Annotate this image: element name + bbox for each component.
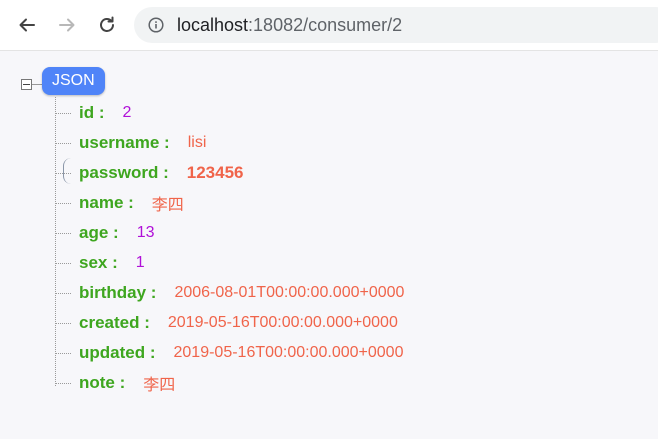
json-field-id[interactable]: id : 2 — [56, 98, 131, 128]
forward-button[interactable] — [54, 12, 80, 38]
field-key: note : — [79, 373, 126, 392]
browser-toolbar: localhost:18082/consumer/2 — [0, 0, 658, 51]
back-button[interactable] — [14, 12, 40, 38]
field-key: password : — [79, 163, 169, 182]
tree-connector — [56, 202, 71, 204]
json-field-age[interactable]: age : 13 — [56, 218, 154, 248]
info-icon[interactable] — [148, 17, 164, 33]
tree-connector — [56, 172, 71, 174]
tree-connector — [56, 352, 71, 354]
field-value: 2 — [122, 104, 132, 121]
field-key: id : — [79, 103, 105, 122]
field-value: 2019-05-16T00:00:00.000+0000 — [167, 314, 398, 331]
field-key: birthday : — [79, 283, 157, 302]
json-field-password[interactable]: password : 123456 — [56, 158, 243, 188]
json-field-username[interactable]: username : lisi — [56, 128, 206, 158]
field-value: 123456 — [186, 163, 244, 182]
field-value: 李四 — [143, 377, 176, 394]
field-value: 2019-05-16T00:00:00.000+0000 — [173, 344, 404, 361]
json-field-sex[interactable]: sex : 1 — [56, 248, 145, 278]
field-value: 2006-08-01T00:00:00.000+0000 — [174, 284, 405, 301]
field-key: username : — [79, 133, 170, 152]
field-key: name : — [79, 193, 134, 212]
json-field-name[interactable]: name : 李四 — [56, 188, 184, 218]
json-field-updated[interactable]: updated : 2019-05-16T00:00:00.000+0000 — [56, 338, 403, 368]
json-root-badge[interactable]: JSON — [42, 67, 105, 95]
tree-connector — [56, 232, 71, 234]
url-host: localhost — [177, 15, 249, 35]
tree-connector — [56, 292, 71, 294]
tree-connector — [56, 142, 71, 144]
json-viewer: JSON id : 2 username : lisi password : 1… — [0, 51, 658, 439]
url-text[interactable]: localhost:18082/consumer/2 — [177, 15, 402, 35]
field-key: age : — [79, 223, 119, 242]
json-field-note[interactable]: note : 李四 — [56, 368, 175, 398]
address-bar[interactable]: localhost:18082/consumer/2 — [134, 7, 658, 43]
toggle-connector — [32, 84, 42, 85]
reload-button[interactable] — [94, 12, 120, 38]
collapse-toggle[interactable] — [21, 79, 32, 90]
json-field-birthday[interactable]: birthday : 2006-08-01T00:00:00.000+0000 — [56, 278, 404, 308]
field-value: 李四 — [151, 197, 184, 214]
json-field-created[interactable]: created : 2019-05-16T00:00:00.000+0000 — [56, 308, 398, 338]
arrow-left-icon — [19, 18, 35, 32]
tree-connector — [56, 262, 71, 264]
field-value: 13 — [136, 224, 155, 241]
field-key: updated : — [79, 343, 156, 362]
arrow-right-icon — [59, 18, 75, 32]
url-path: :18082/consumer/2 — [248, 15, 403, 35]
field-key: sex : — [79, 253, 118, 272]
field-value: 1 — [135, 254, 145, 271]
tree-connector — [56, 112, 71, 114]
field-key: created : — [79, 313, 150, 332]
tree-connector — [56, 382, 71, 384]
field-value: lisi — [187, 134, 207, 151]
reload-icon — [100, 16, 114, 32]
tree-connector — [56, 322, 71, 324]
